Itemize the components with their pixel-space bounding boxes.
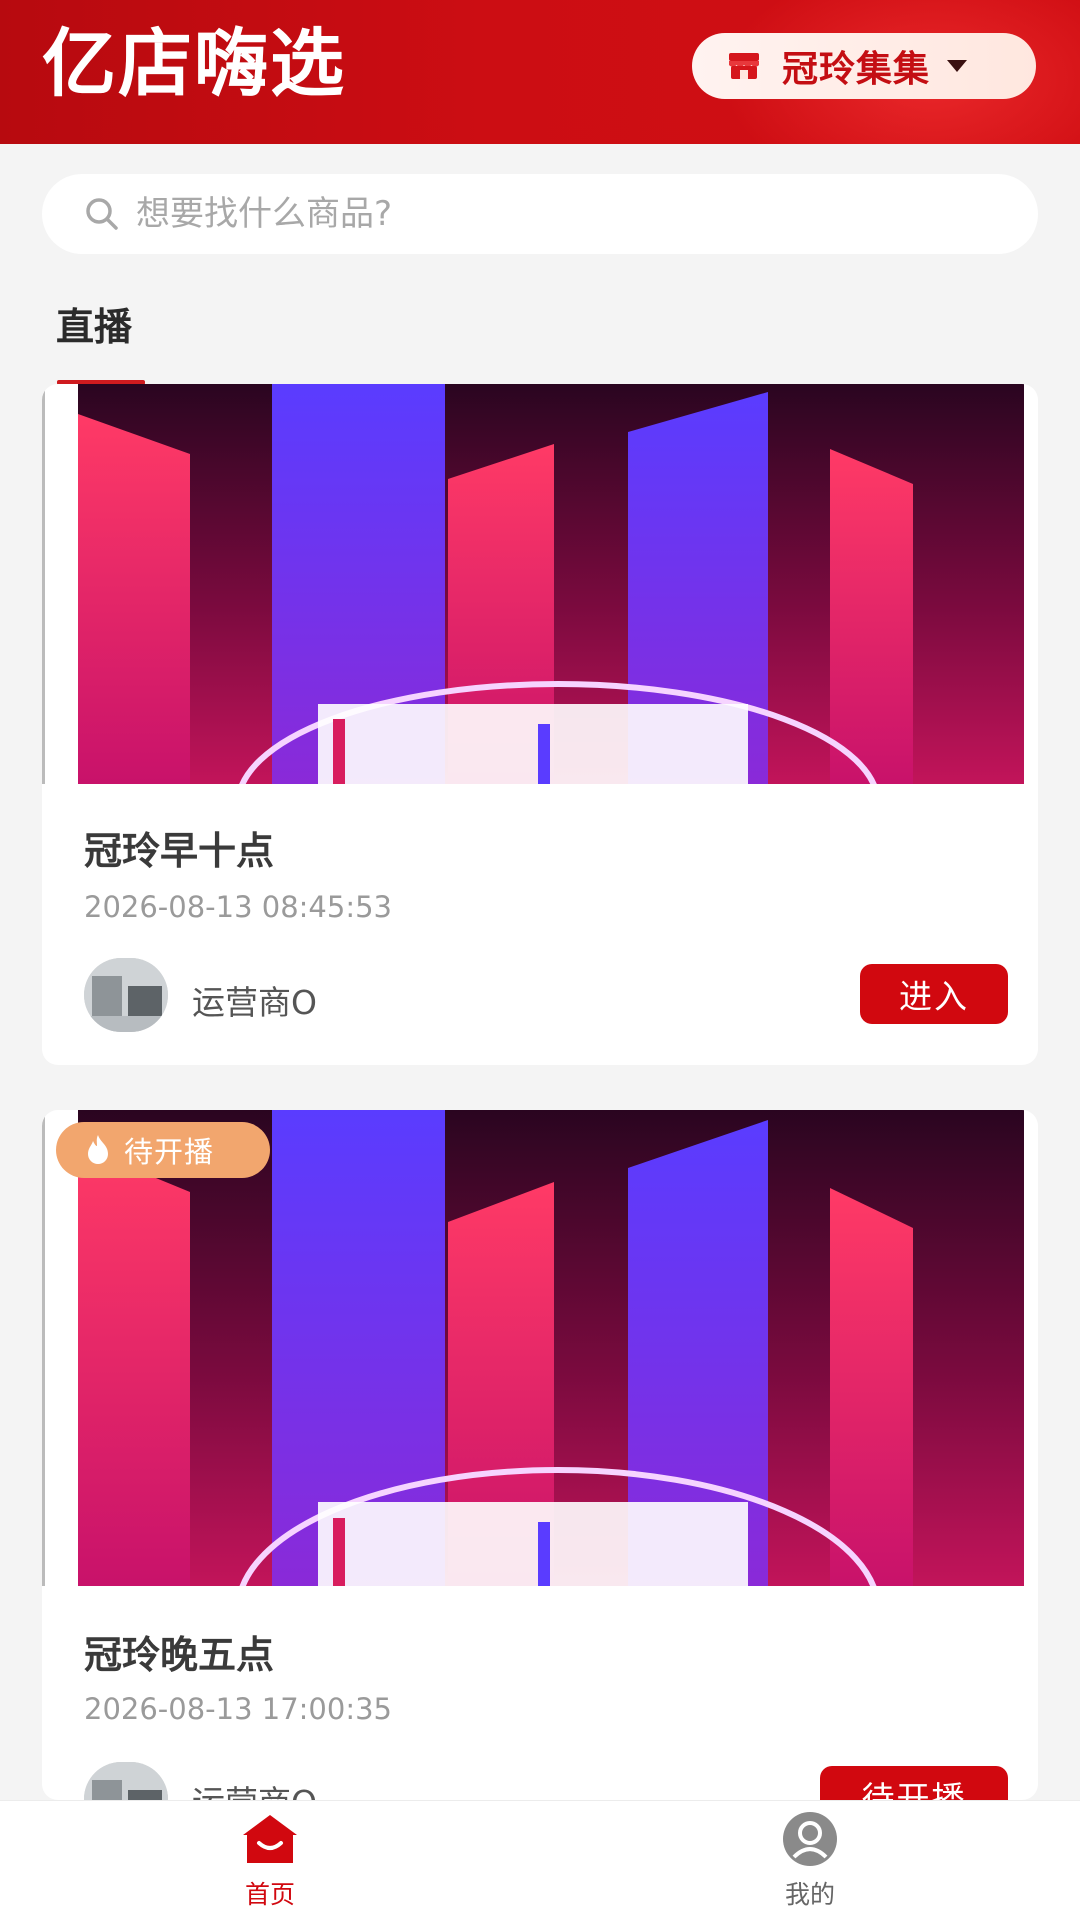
- flame-icon: [84, 1134, 112, 1166]
- owner-name: 运营商O: [192, 983, 317, 1022]
- nav-mine[interactable]: 我的: [710, 1811, 910, 1921]
- live-title: 冠玲早十点: [84, 829, 275, 873]
- store-selector[interactable]: 冠玲集集: [692, 33, 1036, 99]
- app-logo: 亿店嗨选: [42, 21, 346, 107]
- nav-home-label: 首页: [244, 1880, 295, 1909]
- card-edge: [42, 384, 45, 784]
- app-header: 亿店嗨选 冠玲集集: [0, 0, 1080, 144]
- home-icon: [240, 1811, 300, 1867]
- enter-button[interactable]: 进入: [860, 964, 1008, 1024]
- live-time: 2026-08-13 17:00:35: [84, 1692, 392, 1726]
- live-time: 2026-08-13 08:45:53: [84, 890, 392, 924]
- chevron-down-icon: [946, 59, 968, 73]
- badge-label: 待开播: [124, 1135, 215, 1169]
- live-card[interactable]: 冠玲早十点 2026-08-13 08:45:53 运营商O 进入: [42, 384, 1038, 1065]
- store-icon: [726, 51, 762, 81]
- nav-mine-label: 我的: [784, 1880, 835, 1909]
- live-cover-image: [78, 384, 1024, 784]
- card-edge: [42, 1110, 45, 1586]
- search-icon: [82, 194, 122, 234]
- live-title: 冠玲晚五点: [84, 1633, 275, 1677]
- search-bar[interactable]: [42, 174, 1038, 254]
- live-card[interactable]: 待开播 冠玲晚五点 2026-08-13 17:00:35 待开播: [42, 1110, 1038, 1800]
- search-input[interactable]: [134, 183, 958, 245]
- avatar: [84, 958, 168, 1032]
- user-icon: [780, 1811, 840, 1867]
- live-cover-image: [78, 1110, 1024, 1586]
- store-name: 冠玲集集: [782, 49, 931, 90]
- owner-name: 运营商O: [192, 1776, 317, 1800]
- tab-live[interactable]: 直播: [56, 296, 132, 358]
- avatar: [84, 1762, 168, 1800]
- waiting-button[interactable]: 待开播: [820, 1766, 1008, 1800]
- status-badge: 待开播: [56, 1122, 270, 1178]
- nav-home[interactable]: 首页: [170, 1811, 370, 1921]
- bottom-nav: 首页 我的: [0, 1800, 1080, 1921]
